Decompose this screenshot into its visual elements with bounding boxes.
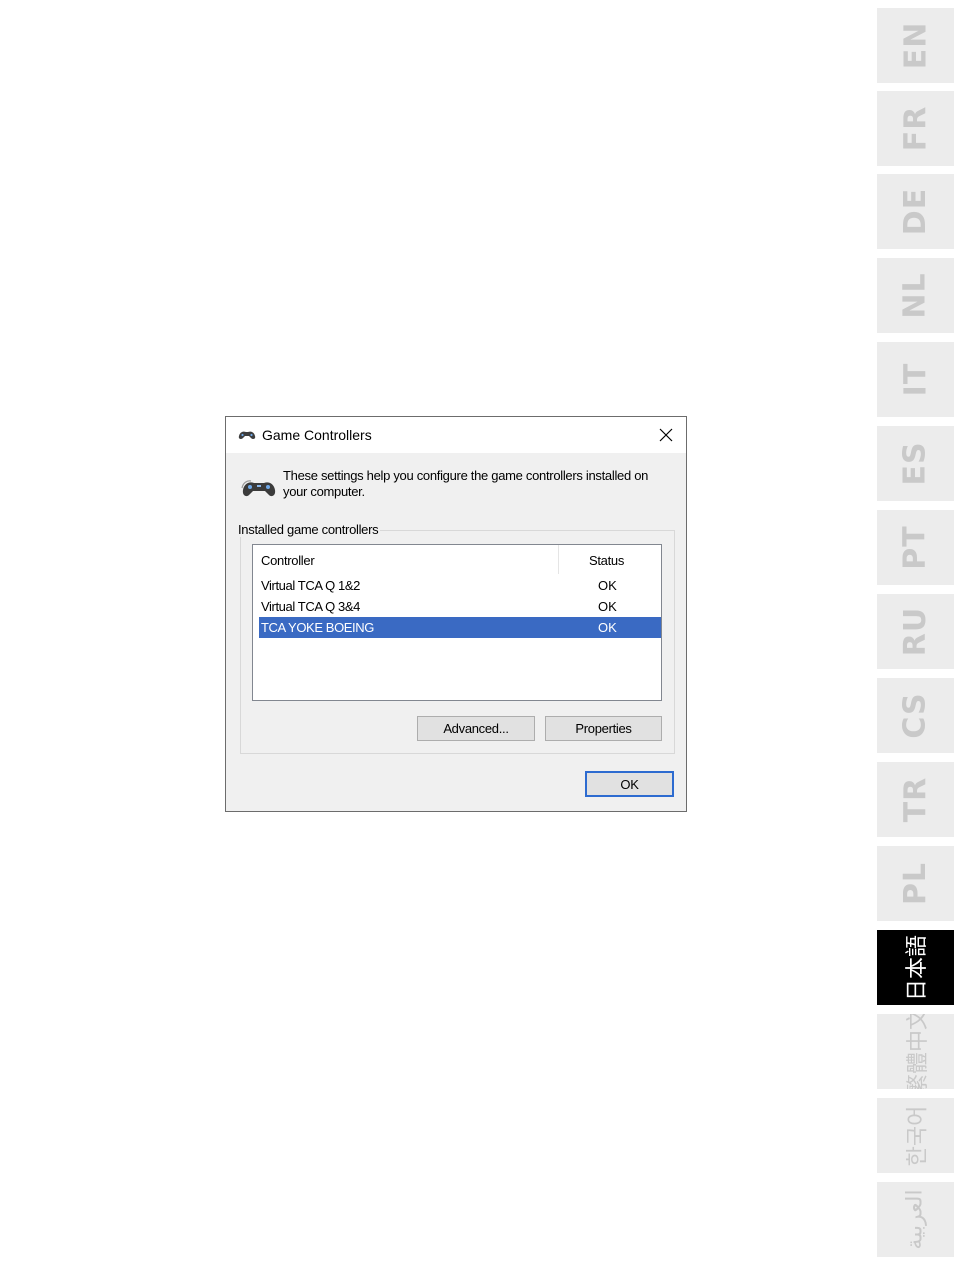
language-tab-label: ES xyxy=(897,441,933,486)
language-tab-es[interactable]: ES xyxy=(877,426,954,501)
language-tab-tr[interactable]: TR xyxy=(877,762,954,837)
language-tab-label: NL xyxy=(897,272,933,319)
group-label: Installed game controllers xyxy=(236,522,381,537)
language-tab-de[interactable]: DE xyxy=(877,174,954,249)
language-tab-en[interactable]: EN xyxy=(877,8,954,83)
language-tab-label: PT xyxy=(897,525,933,570)
controller-name: Virtual TCA Q 3&4 xyxy=(261,599,360,614)
language-tab-label: DE xyxy=(898,187,933,236)
language-tab-label: CS xyxy=(898,692,933,739)
language-tab-cs[interactable]: CS xyxy=(877,678,954,753)
game-controllers-dialog: Game Controllers These settings help you… xyxy=(225,416,687,812)
language-tab-it[interactable]: IT xyxy=(877,342,954,417)
close-icon xyxy=(659,428,673,442)
column-header-status[interactable]: Status xyxy=(589,553,624,568)
gamepad-icon xyxy=(238,431,256,440)
language-tab-zh-tw[interactable]: 繁體中文 xyxy=(877,1014,954,1089)
language-tab-label: EN xyxy=(897,21,933,70)
language-tab-fr[interactable]: FR xyxy=(877,91,954,166)
language-tab-label: RU xyxy=(898,606,933,657)
language-tab-ja[interactable]: 日本語 xyxy=(877,930,954,1005)
controller-row[interactable]: Virtual TCA Q 3&4 OK xyxy=(259,596,661,617)
language-tab-label: العربية xyxy=(903,1189,928,1250)
controllers-list[interactable]: Controller Status Virtual TCA Q 1&2 OK V… xyxy=(252,544,662,701)
language-tab-label: PL xyxy=(897,861,933,906)
list-header: Controller Status xyxy=(253,545,661,575)
controller-row-selected[interactable]: TCA YOKE BOEING OK xyxy=(259,617,661,638)
controller-name: TCA YOKE BOEING xyxy=(261,620,374,635)
advanced-button[interactable]: Advanced... xyxy=(417,716,535,741)
controller-status: OK xyxy=(598,599,617,614)
dialog-title: Game Controllers xyxy=(262,427,372,443)
language-tab-label: 日本語 xyxy=(905,934,931,1001)
language-tab-pl[interactable]: PL xyxy=(877,846,954,921)
controller-row[interactable]: Virtual TCA Q 1&2 OK xyxy=(259,575,661,596)
language-tab-label: TR xyxy=(897,776,933,823)
language-tab-nl[interactable]: NL xyxy=(877,258,954,333)
language-tab-label: 繁體中文 xyxy=(905,1014,931,1089)
language-tab-label: IT xyxy=(897,362,933,397)
properties-button[interactable]: Properties xyxy=(545,716,662,741)
column-divider[interactable] xyxy=(558,545,559,574)
language-tab-ru[interactable]: RU xyxy=(877,594,954,669)
language-tab-label: 한국어 xyxy=(905,1105,931,1166)
language-tab-pt[interactable]: PT xyxy=(877,510,954,585)
controller-status: OK xyxy=(598,620,617,635)
controller-name: Virtual TCA Q 1&2 xyxy=(261,578,360,593)
gamepad-icon xyxy=(241,480,276,497)
controller-status: OK xyxy=(598,578,617,593)
close-button[interactable] xyxy=(646,417,686,453)
ok-button[interactable]: OK xyxy=(585,771,674,797)
title-bar: Game Controllers xyxy=(226,417,686,453)
language-tab-ko[interactable]: 한국어 xyxy=(877,1098,954,1173)
language-tab-ar[interactable]: العربية xyxy=(877,1182,954,1257)
intro-text: These settings help you configure the ga… xyxy=(283,468,649,499)
language-tab-label: FR xyxy=(898,105,933,152)
column-header-controller[interactable]: Controller xyxy=(261,553,315,568)
